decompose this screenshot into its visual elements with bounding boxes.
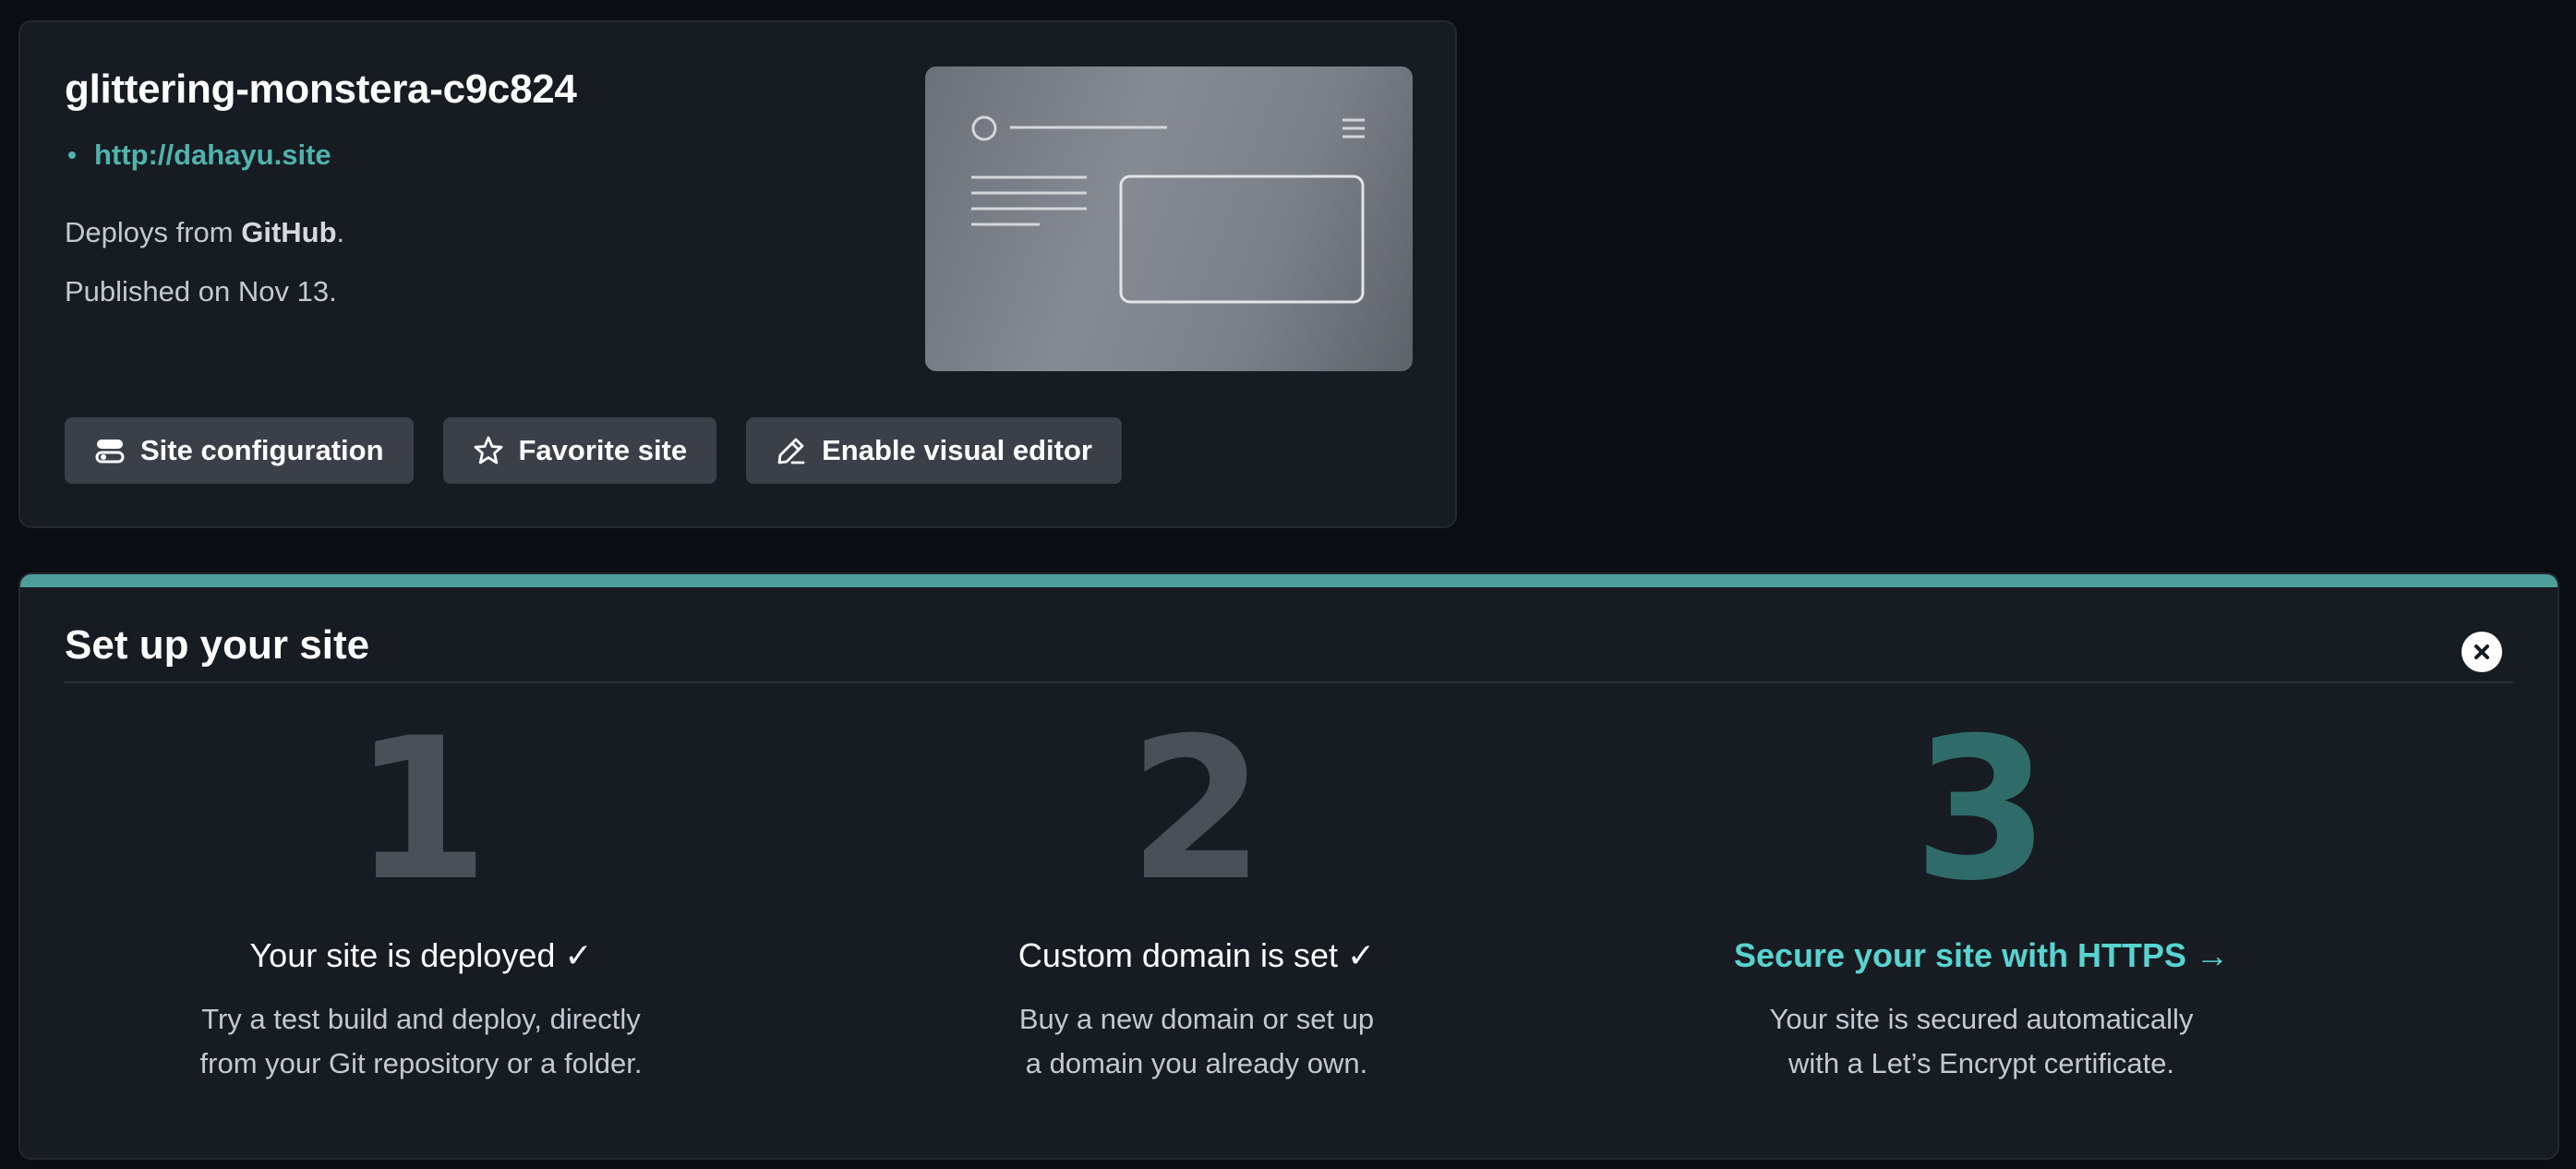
step-title: Custom domain is set ✓: [1017, 936, 1376, 974]
site-configuration-label: Site configuration: [140, 434, 384, 466]
site-name: glittering-monstera-c9c824: [65, 66, 577, 112]
step-description: Try a test build and deploy, directly fr…: [70, 997, 772, 1086]
setup-title: Set up your site: [65, 622, 370, 668]
site-configuration-button[interactable]: Site configuration: [65, 417, 414, 484]
step-description: Your site is secured automatically with …: [1631, 997, 2332, 1086]
step-number: 1: [353, 695, 489, 923]
step-number: 3: [1913, 695, 2050, 923]
status-dot: [68, 151, 76, 159]
step-description-line: Your site is secured automatically: [1769, 1003, 2194, 1035]
pencil-icon: [776, 435, 807, 466]
step-title: Secure your site with HTTPS →: [1631, 936, 2332, 975]
enable-visual-editor-button[interactable]: Enable visual editor: [746, 417, 1122, 484]
toggle-settings-icon: [94, 435, 126, 466]
setup-divider: [65, 681, 2513, 683]
deploy-source-text: Deploys from GitHub.: [65, 216, 344, 249]
setup-step-https: 3 Secure your site with HTTPS → Your sit…: [1631, 695, 2332, 1086]
step-description-line: with a Let’s Encrypt certificate.: [1788, 1047, 2175, 1079]
step-description-line: a domain you already own.: [1025, 1047, 1368, 1079]
step-description: Buy a new domain or set up a domain you …: [846, 997, 1547, 1086]
star-icon: [473, 435, 504, 466]
site-overview-card: glittering-monstera-c9c824 http://dahayu…: [18, 20, 1457, 528]
deploys-source: GitHub: [241, 216, 337, 248]
site-actions: Site configuration Favorite site Enable …: [65, 417, 1122, 484]
setup-panel: Set up your site 1 Your site is deployed…: [18, 572, 2559, 1160]
step-description-line: Buy a new domain or set up: [1018, 1003, 1375, 1035]
enable-visual-editor-label: Enable visual editor: [822, 434, 1092, 466]
wireframe-illustration: [971, 115, 1365, 304]
published-date: Published on Nov 13.: [65, 275, 337, 307]
site-preview-thumbnail[interactable]: [925, 66, 1413, 371]
close-setup-button[interactable]: [2462, 632, 2502, 672]
step-description-line: Try a test build and deploy, directly: [201, 1003, 641, 1035]
site-url-link[interactable]: http://dahayu.site: [94, 139, 331, 172]
secure-https-link[interactable]: Secure your site with HTTPS →: [1734, 936, 2229, 974]
step-title: Your site is deployed ✓: [249, 936, 593, 974]
site-url-row: http://dahayu.site: [65, 139, 331, 172]
close-icon: [2474, 645, 2489, 659]
deploys-prefix: Deploys from: [65, 216, 242, 248]
setup-step-domain: 2 Custom domain is set ✓ Buy a new domai…: [846, 695, 1547, 1086]
step-description-line: from your Git repository or a folder.: [199, 1047, 643, 1079]
favorite-site-button[interactable]: Favorite site: [442, 417, 717, 484]
step-number: 2: [1128, 695, 1265, 923]
favorite-site-label: Favorite site: [518, 434, 688, 466]
setup-step-deploy: 1 Your site is deployed ✓ Try a test bui…: [70, 695, 772, 1086]
deploys-suffix: .: [336, 216, 345, 248]
setup-accent-bar: [20, 574, 2558, 587]
